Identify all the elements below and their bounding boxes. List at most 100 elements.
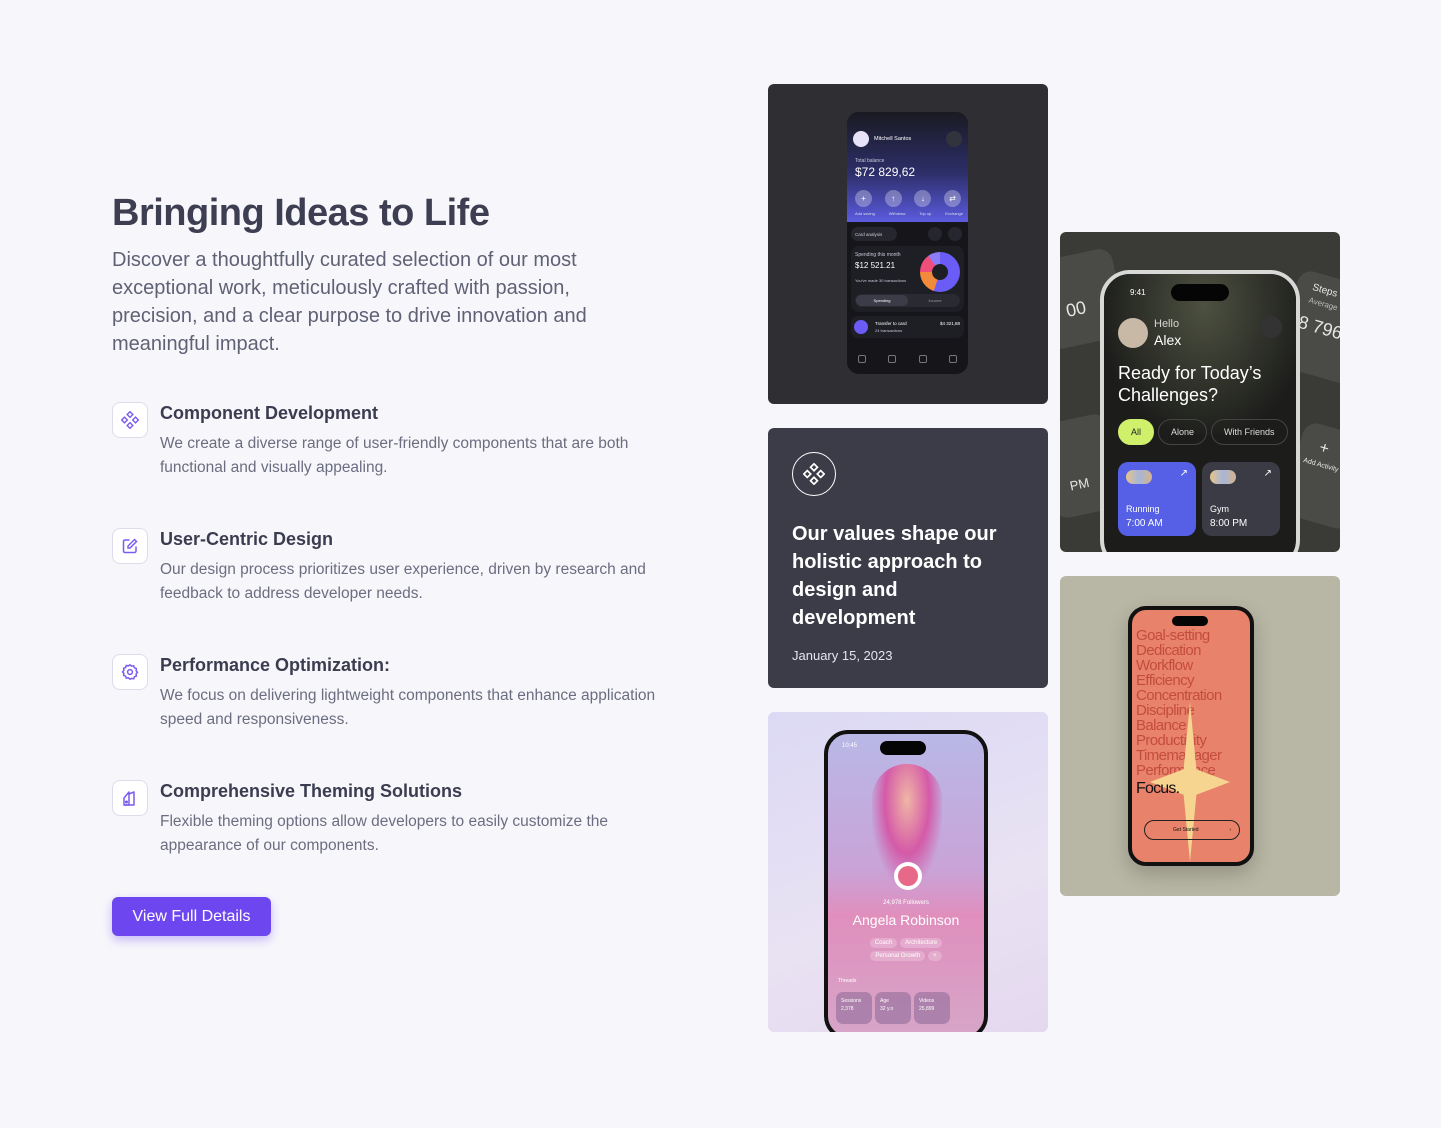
values-card[interactable]: Our values shape our holistic approach t… (768, 428, 1048, 688)
word: Workflow (1136, 657, 1193, 674)
filter-chip-alone: Alone (1158, 419, 1208, 445)
savings-icon (948, 355, 957, 363)
close-icon (948, 227, 962, 241)
tab-spending: Spending (856, 295, 908, 306)
fitness-app-card[interactable]: 00 PM Steps Average 8 796 + Add Activity… (1060, 232, 1340, 552)
exchange-icon: ⇄ (943, 190, 961, 207)
finance-app-card[interactable]: Mitchell Santos Total balance $72 829,62… (768, 84, 1048, 404)
view-full-details-button[interactable]: View Full Details (112, 897, 271, 936)
dynamic-island (1172, 616, 1208, 626)
values-text: Our values shape our holistic approach t… (792, 523, 997, 629)
activity-name: Running (1126, 504, 1160, 514)
stat-value: 25,899 (919, 1006, 935, 1012)
steps-value: 8 796 (1295, 311, 1340, 344)
activity-name: Gym (1210, 504, 1229, 514)
stat-label: Age (880, 998, 889, 1004)
word: Dedication (1136, 642, 1201, 659)
bell-icon (946, 131, 962, 147)
participant-avatars (1126, 470, 1152, 484)
feature-title: Comprehensive Theming Solutions (160, 781, 463, 801)
arrow-down-icon: ↓ (914, 190, 932, 207)
section-title: Bringing Ideas to Life (112, 192, 490, 234)
components-icon (112, 402, 148, 438)
focus-title: Focus. (1136, 780, 1180, 797)
transfer-amount: $4 321,88 (939, 321, 960, 326)
chip-label: Card analysis (855, 231, 883, 237)
edit-icon (112, 528, 148, 564)
profile-name: Angela Robinson (852, 912, 960, 928)
stat-value: 2,378 (841, 1006, 854, 1012)
add-activity-label: Add Activity (1302, 457, 1340, 474)
balance-label: Total balance (855, 158, 885, 164)
spending-note: You've made 30 transactions (855, 278, 907, 283)
filter-chip-all: All (1118, 419, 1155, 445)
stat-label: Sessions (841, 998, 862, 1004)
plus-icon: + (855, 190, 872, 207)
transfer-sub: 24 transactions (875, 328, 903, 333)
feature-item: User-Centric Design Our design process p… (112, 526, 672, 650)
values-date: January 15, 2023 (792, 648, 893, 663)
dynamic-island (1171, 284, 1229, 301)
stat-value: 32 y.o (880, 1006, 894, 1012)
tag: Coach (869, 938, 898, 948)
user-name: Alex (1154, 332, 1182, 348)
filter-chips: All Alone With Friends (1118, 419, 1288, 445)
followers-label: Followers (903, 900, 929, 906)
left-time: PM (1068, 474, 1091, 494)
arrow-up-right-icon: ↗ (1263, 468, 1272, 479)
word: Goal-setting (1136, 627, 1210, 644)
focus-app-card[interactable]: Goal-setting Dedication Workflow Efficie… (1060, 576, 1340, 896)
activity-time: 8:00 PM (1210, 518, 1248, 529)
balance-value: $72 829,62 (855, 165, 916, 179)
activity-tile: ↗ Running 7:00 AM (1118, 462, 1196, 536)
word: Productivity (1136, 732, 1207, 749)
feature-title: User-Centric Design (160, 529, 334, 549)
activity-tile: ↗ Gym 8:00 PM (1202, 462, 1280, 536)
arrow-up-right-icon: ↗ (1179, 468, 1188, 479)
section-intro: Discover a thoughtfully curated selectio… (112, 249, 587, 355)
home-icon (858, 355, 867, 363)
spending-tabs: Spending Income (855, 294, 960, 307)
word-list: Goal-setting Dedication Workflow Efficie… (1136, 628, 1222, 778)
feature-title: Performance Optimization: (160, 655, 391, 675)
feature-description: We create a diverse range of user-friend… (160, 435, 629, 476)
spending-panel: Spending this month $12 521.21 You've ma… (851, 246, 964, 312)
avatar (853, 131, 869, 147)
bell-icon (1260, 316, 1282, 338)
profile-app-card[interactable]: 10:45 24,978 Followers Angela Robinson C… (768, 712, 1048, 1032)
participant-avatars (1210, 470, 1236, 484)
action-buttons: + ↑ ↓ ⇄ (855, 190, 961, 207)
action-label: Exchange (945, 211, 963, 216)
get-started-label: Get Started (1173, 827, 1199, 833)
feature-list: Component Development We create a divers… (112, 400, 672, 902)
fitness-phone-mockup: 9:41 Hello Alex Ready for Today’s Challe… (1100, 270, 1300, 552)
gear-icon (112, 654, 148, 690)
stat-tile: Videos 25,899 (914, 992, 950, 1024)
arrow-up-icon: ↑ (884, 190, 902, 207)
wallet-icon (918, 355, 927, 363)
profile-phone-mockup: 10:45 24,978 Followers Angela Robinson C… (824, 730, 988, 1032)
word: Efficiency (1136, 672, 1195, 689)
avatar (1118, 318, 1148, 348)
chevron-right-icon: › (1229, 827, 1231, 833)
feature-item: Component Development We create a divers… (112, 400, 672, 524)
left-value: 00 (1064, 297, 1088, 321)
feature-description: We focus on delivering lightweight compo… (160, 687, 656, 728)
action-label: Add saving (855, 211, 875, 216)
plus-icon: + (1317, 439, 1331, 459)
tag: + (928, 951, 942, 961)
stat-label: Videos (919, 998, 935, 1004)
action-label: Withdraw (888, 211, 906, 216)
content-column: Bringing Ideas to Life Discover a though… (112, 188, 672, 902)
filter-chip-with-friends: With Friends (1211, 419, 1288, 445)
donut-chart (920, 252, 960, 292)
status-time: 10:45 (842, 743, 858, 749)
status-time: 9:41 (1130, 288, 1146, 297)
profile-stats: Sessions 2,378 Age 32 y.o Videos 25,899 (836, 992, 950, 1024)
transfer-label: Transfer to card (875, 321, 907, 326)
stat-tile: Age 32 y.o (875, 992, 911, 1024)
word: Balance (1136, 717, 1187, 734)
action-labels: Add saving Withdraw Top up Exchange (855, 211, 963, 216)
followers-row: 24,978 Followers (828, 900, 984, 906)
get-started-button: Get Started › (1144, 820, 1240, 840)
